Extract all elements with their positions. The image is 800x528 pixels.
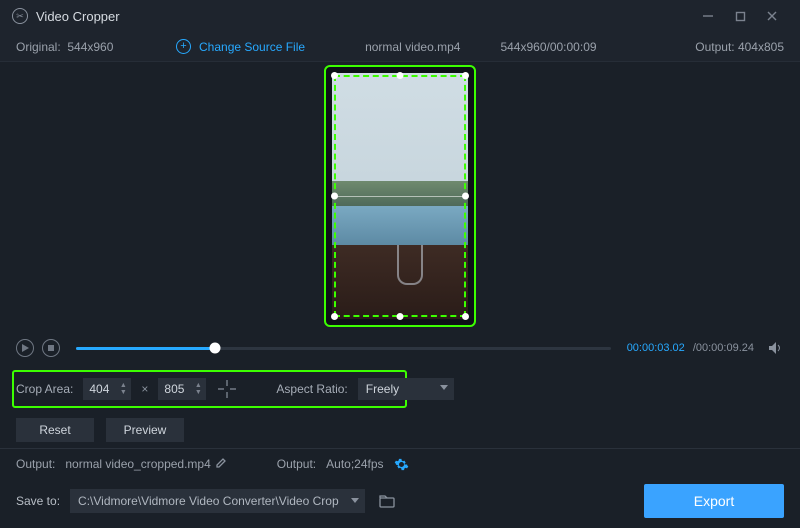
output-row: Output: normal video_cropped.mp4 Output:… — [0, 449, 800, 479]
crop-handle-l[interactable] — [331, 193, 338, 200]
crop-handle-t[interactable] — [397, 72, 404, 79]
aspect-ratio-label: Aspect Ratio: — [276, 382, 347, 396]
source-info: 544x960/00:00:09 — [500, 40, 596, 54]
window-title: Video Cropper — [36, 9, 692, 24]
minimize-button[interactable] — [692, 6, 724, 26]
height-step-down[interactable]: ▼ — [192, 390, 204, 396]
time-current: 00:00:03.02 — [627, 342, 685, 354]
titlebar: ✂ Video Cropper — [0, 0, 800, 32]
seek-thumb[interactable] — [210, 343, 221, 354]
edit-filename-button[interactable] — [215, 457, 227, 472]
playback-bar: 00:00:03.02/00:00:09.24 — [0, 330, 800, 366]
app-logo-icon: ✂ — [12, 8, 28, 24]
crop-handle-bl[interactable] — [331, 313, 338, 320]
source-filename: normal video.mp4 — [365, 40, 460, 54]
aspect-ratio-select[interactable]: Freely — [358, 378, 454, 400]
crop-handle-r[interactable] — [462, 193, 469, 200]
chevron-down-icon — [440, 385, 448, 390]
plus-icon: + — [176, 39, 191, 54]
original-dims-label: Original: 544x960 — [16, 40, 176, 54]
save-to-label: Save to: — [16, 494, 60, 508]
crop-frame[interactable] — [324, 65, 476, 327]
reset-button[interactable]: Reset — [16, 418, 94, 442]
output-settings-button[interactable] — [394, 457, 409, 472]
crop-area-label: Crop Area: — [16, 382, 73, 396]
width-step-down[interactable]: ▼ — [117, 390, 129, 396]
crop-handle-br[interactable] — [462, 313, 469, 320]
preview-button[interactable]: Preview — [106, 418, 184, 442]
crop-handle-b[interactable] — [397, 313, 404, 320]
multiply-icon: × — [141, 382, 148, 396]
output-settings-value: Auto;24fps — [326, 457, 383, 471]
crop-width-input[interactable]: 404 ▲▼ — [83, 378, 131, 400]
output-file-label: Output: — [16, 457, 55, 471]
change-source-button[interactable]: + Change Source File — [176, 39, 305, 54]
crop-handle-tr[interactable] — [462, 72, 469, 79]
time-total: /00:00:09.24 — [693, 342, 754, 354]
width-step-up[interactable]: ▲ — [117, 383, 129, 389]
crop-height-input[interactable]: 805 ▲▼ — [158, 378, 206, 400]
open-folder-button[interactable] — [375, 489, 399, 513]
close-button[interactable] — [756, 6, 788, 26]
output-settings-label: Output: — [277, 457, 316, 471]
save-path-select[interactable]: C:\Vidmore\Vidmore Video Converter\Video… — [70, 489, 365, 513]
height-step-up[interactable]: ▲ — [192, 383, 204, 389]
output-filename: normal video_cropped.mp4 — [65, 457, 210, 471]
crop-handle-tl[interactable] — [331, 72, 338, 79]
output-dims-label: Output: 404x805 — [695, 40, 784, 54]
maximize-button[interactable] — [724, 6, 756, 26]
crop-controls: Crop Area: 404 ▲▼ × 805 ▲▼ Aspect Ratio:… — [0, 366, 800, 412]
volume-button[interactable] — [768, 342, 784, 354]
seek-slider[interactable] — [76, 347, 611, 350]
chevron-down-icon — [351, 498, 359, 503]
top-toolbar: Original: 544x960 + Change Source File n… — [0, 32, 800, 62]
crop-guide-line — [334, 196, 466, 197]
center-crop-button[interactable] — [216, 378, 238, 400]
export-button[interactable]: Export — [644, 484, 784, 518]
play-button[interactable] — [16, 339, 34, 357]
video-canvas — [0, 62, 800, 330]
save-row: Save to: C:\Vidmore\Vidmore Video Conver… — [0, 479, 800, 523]
stop-button[interactable] — [42, 339, 60, 357]
action-buttons: Reset Preview — [0, 412, 800, 448]
